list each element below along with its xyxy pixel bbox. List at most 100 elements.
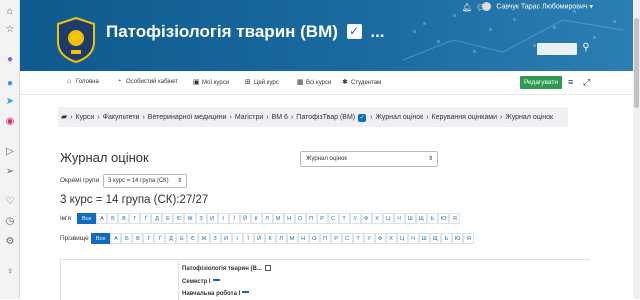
search-icon[interactable]: ⚲ [579, 42, 593, 56]
nav-item-dashboard[interactable]: ◔ Особистий кабінет [117, 78, 178, 85]
initial-letter-button[interactable]: Е [162, 213, 174, 224]
breadcrumb-item[interactable]: Факультети [103, 114, 140, 121]
minus-icon[interactable] [242, 291, 250, 293]
gear-icon[interactable]: ⚙ [4, 236, 16, 248]
nav-item-my-courses[interactable]: ▣ Мої курси [193, 78, 229, 86]
initial-letter-button[interactable]: Х [385, 233, 397, 244]
initial-letter-button[interactable]: Н [283, 213, 295, 224]
initial-letter-button[interactable]: Й [253, 233, 265, 244]
initial-letter-button[interactable]: Ї [228, 213, 240, 224]
initial-letter-button[interactable]: С [327, 213, 339, 224]
messenger-icon[interactable]: ● [4, 54, 16, 66]
nav-item-all-courses[interactable]: ▦ Всі курси [297, 78, 331, 86]
initial-letter-button[interactable]: Л [261, 213, 273, 224]
initial-letter-button[interactable]: Т [338, 213, 350, 224]
nav-item-home[interactable]: ⌂ Головна [67, 78, 99, 85]
telegram-icon[interactable]: ➤ [4, 96, 16, 108]
initial-letter-button[interactable]: Б [107, 213, 119, 224]
initial-letter-button[interactable]: І [217, 213, 229, 224]
initial-letter-button[interactable]: П [319, 233, 331, 244]
initial-letter-button[interactable]: Е [176, 233, 188, 244]
initial-letter-button[interactable]: Г [129, 213, 141, 224]
breadcrumb-item[interactable]: Журнал оцінок [375, 114, 423, 121]
group-selector[interactable]: 3 курс = 14 група (СК) ⇕ [103, 174, 187, 188]
initial-letter-button[interactable]: Ж [198, 233, 210, 244]
send-icon[interactable]: ➢ [4, 166, 16, 178]
initial-letter-button[interactable]: Ґ [154, 233, 166, 244]
initial-letter-button[interactable]: Ш [418, 233, 430, 244]
initial-letter-button[interactable]: Д [151, 213, 163, 224]
messenger-alt-icon[interactable]: ● [4, 78, 16, 90]
initial-letter-button[interactable]: М [286, 233, 298, 244]
initial-letter-button[interactable]: Т [352, 233, 364, 244]
nav-item-this-course[interactable]: ⊞ Цей курс [245, 78, 279, 86]
heart-icon[interactable]: ♡ [4, 196, 16, 208]
breadcrumb-item[interactable]: Курси [76, 114, 95, 121]
initial-letter-button[interactable]: Є [173, 213, 185, 224]
initial-letter-button[interactable]: И [220, 233, 232, 244]
initial-letter-button[interactable]: Л [275, 233, 287, 244]
initial-letter-button[interactable]: Ф [360, 213, 372, 224]
nav-item-students[interactable]: ✱ Студентам [342, 78, 381, 86]
list-icon[interactable]: ≡ [568, 77, 573, 87]
folder-icon[interactable]: ▰ [61, 112, 67, 121]
edit-mode-button[interactable]: Редагувати [520, 76, 563, 89]
initial-letter-button[interactable]: Б [121, 233, 133, 244]
search-input[interactable] [537, 43, 577, 55]
initial-letter-button[interactable]: Д [165, 233, 177, 244]
initial-letter-button[interactable]: Й [239, 213, 251, 224]
initial-letter-button[interactable]: А [96, 213, 108, 224]
breadcrumb-item[interactable]: ВМ 6 [272, 114, 288, 121]
initial-letter-button[interactable]: Ц [382, 213, 394, 224]
expand-icon[interactable]: ⤢ [583, 77, 590, 88]
initial-letter-button[interactable]: Ц [396, 233, 408, 244]
initial-letter-button[interactable]: Щ [429, 233, 441, 244]
initial-letter-button[interactable]: В [132, 233, 144, 244]
collapse-icon[interactable] [264, 265, 271, 271]
initial-letter-button[interactable]: Ї [242, 233, 254, 244]
initial-letter-button[interactable]: Є [187, 233, 199, 244]
bulb-icon[interactable]: ♀ [4, 266, 16, 278]
initial-letter-button[interactable]: У [363, 233, 375, 244]
initial-letter-button[interactable]: Р [330, 233, 342, 244]
breadcrumb-item[interactable]: Ветеринарної медицини [148, 114, 227, 121]
initial-letter-button[interactable]: Ш [404, 213, 416, 224]
initial-letter-button[interactable]: М [272, 213, 284, 224]
initial-letter-button[interactable]: У [349, 213, 361, 224]
initial-letter-button[interactable]: С [341, 233, 353, 244]
bell-icon[interactable]: 🔔︎ [462, 3, 472, 12]
initial-letter-button[interactable]: Н [297, 233, 309, 244]
initial-letter-button[interactable]: П [305, 213, 317, 224]
initial-letter-button[interactable]: О [294, 213, 306, 224]
breadcrumb-item[interactable]: Магістри [235, 114, 263, 121]
initial-letter-button[interactable]: Ь [426, 213, 438, 224]
initial-letter-button[interactable]: Ь [440, 233, 452, 244]
initial-letter-button[interactable]: Ж [184, 213, 196, 224]
clock-icon[interactable]: ◷ [4, 216, 16, 228]
initial-letter-button[interactable]: Х [371, 213, 383, 224]
user-menu[interactable]: Савчук Тарас Любомирович ▾ [482, 2, 593, 11]
initial-letter-button[interactable]: К [264, 233, 276, 244]
initial-letter-button[interactable]: Ч [407, 233, 419, 244]
breadcrumb-item[interactable]: Керування оцінками [432, 114, 497, 121]
initial-letter-button[interactable]: Я [463, 233, 475, 244]
scroll-thumb[interactable] [634, 18, 639, 108]
home-icon[interactable]: ⌂ [4, 6, 16, 18]
initial-all-button[interactable]: Все [91, 233, 111, 244]
instagram-icon[interactable]: ◉ [4, 116, 16, 128]
initial-letter-button[interactable]: Р [316, 213, 328, 224]
initial-letter-button[interactable]: И [206, 213, 218, 224]
breadcrumb-item[interactable]: ПатофізТвар (ВМ) [296, 114, 355, 121]
initial-letter-button[interactable]: К [250, 213, 262, 224]
initial-letter-button[interactable]: Я [449, 213, 461, 224]
initial-letter-button[interactable]: О [308, 233, 320, 244]
initial-all-button[interactable]: Все [77, 213, 97, 224]
initial-letter-button[interactable]: Ю [451, 233, 464, 244]
initial-letter-button[interactable]: Ф [374, 233, 386, 244]
initial-letter-button[interactable]: Ч [393, 213, 405, 224]
initial-letter-button[interactable]: Щ [415, 213, 427, 224]
star-icon[interactable]: ☆ [4, 24, 16, 36]
report-selector[interactable]: Журнал оцінок ⇕ [300, 151, 438, 167]
scrollbar[interactable] [633, 0, 640, 299]
initial-letter-button[interactable]: А [110, 233, 122, 244]
